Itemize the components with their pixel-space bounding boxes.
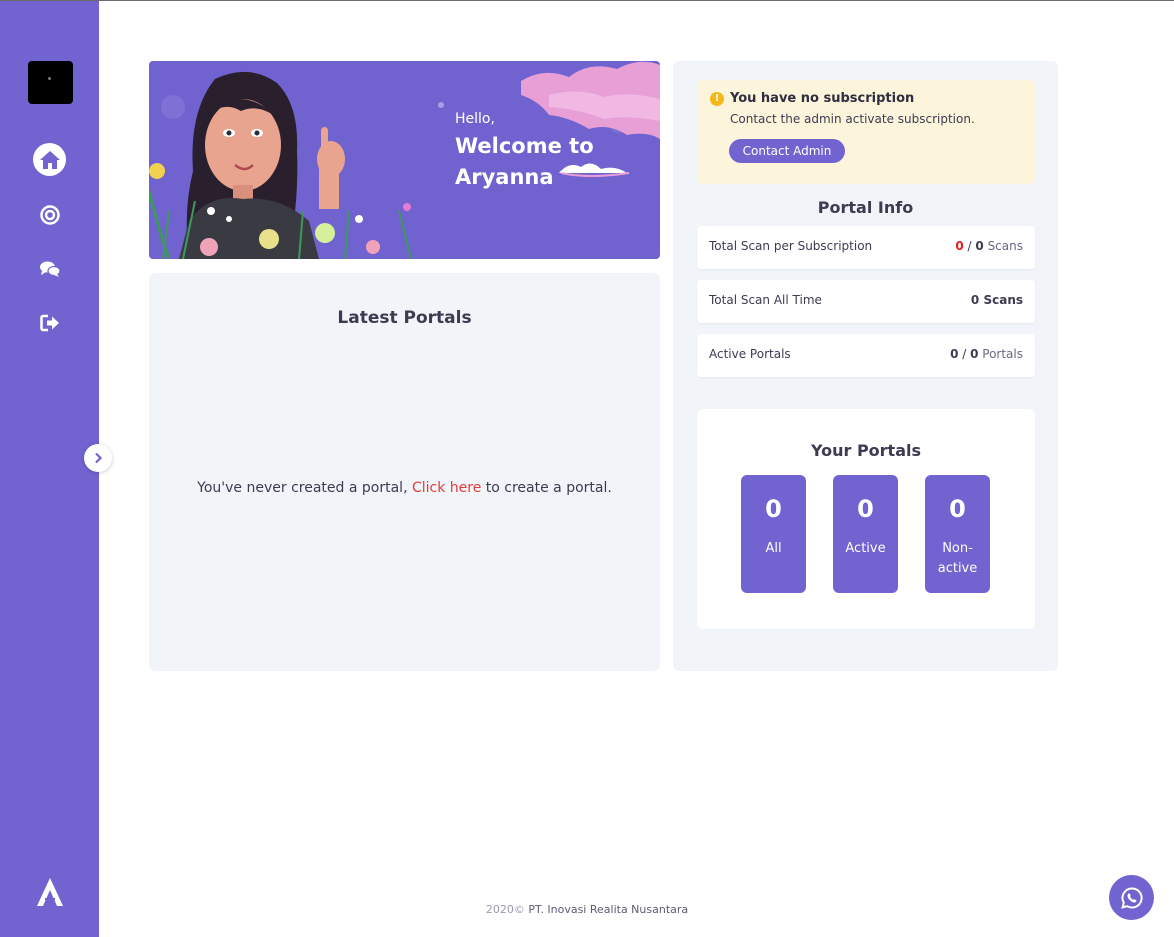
scan-used-value: 0 xyxy=(955,239,964,253)
stat-count: 0 xyxy=(765,495,782,523)
chat-icon xyxy=(39,261,61,277)
your-portals-card: Your Portals 0 All 0 Active 0 Non- activ… xyxy=(697,409,1035,629)
info-value: 0 / 0 Portals xyxy=(950,347,1023,361)
sidebar-item-chat[interactable] xyxy=(33,252,66,285)
stat-tile-all[interactable]: 0 All xyxy=(741,475,806,593)
empty-state-suffix: to create a portal. xyxy=(481,480,612,496)
scan-total-value: 0 xyxy=(975,239,984,253)
sidebar-item-home[interactable] xyxy=(33,143,66,176)
stat-tile-non-active[interactable]: 0 Non- active xyxy=(925,475,990,593)
footer-year: 2020© xyxy=(485,903,525,916)
value-unit: Scans xyxy=(979,293,1023,307)
welcome-banner: Hello, Welcome to Aryanna xyxy=(149,61,660,259)
latest-portals-title: Latest Portals xyxy=(337,308,472,328)
logout-icon xyxy=(39,314,59,331)
info-label: Total Scan per Subscription xyxy=(709,239,873,253)
footer-company: PT. Inovasi Realita Nusantara xyxy=(524,903,689,916)
empty-state-prefix: You've never created a portal, xyxy=(197,480,412,496)
empty-state-message: You've never created a portal, Click her… xyxy=(149,480,660,496)
info-label: Active Portals xyxy=(709,347,791,361)
subscription-alert: ! You have no subscription Contact the a… xyxy=(697,80,1035,184)
your-portals-title: Your Portals xyxy=(810,441,922,460)
value-unit: Portals xyxy=(978,347,1023,361)
alert-title: You have no subscription xyxy=(730,91,915,106)
alert-text: Contact the admin activate subscription. xyxy=(730,112,975,126)
stat-label: Non- active xyxy=(937,541,978,576)
value-separator: / xyxy=(958,347,971,361)
info-value: 0 Scans xyxy=(971,293,1023,307)
whatsapp-button[interactable] xyxy=(1109,875,1154,920)
stat-tile-active[interactable]: 0 Active xyxy=(833,475,898,593)
stat-count: 0 xyxy=(857,495,874,523)
banner-greeting: Hello, xyxy=(455,111,495,127)
sidebar xyxy=(0,1,99,937)
value-separator: / xyxy=(963,239,976,253)
info-value: 0 / 0 Scans xyxy=(955,239,1023,253)
warning-icon: ! xyxy=(710,92,724,106)
info-row-scan-all-time: Total Scan All Time 0 Scans xyxy=(697,280,1035,323)
stat-label: Active xyxy=(845,541,886,556)
right-panel: ! You have no subscription Contact the a… xyxy=(673,61,1058,671)
whatsapp-icon xyxy=(1120,886,1143,909)
sidebar-item-logout[interactable] xyxy=(33,306,66,339)
create-portal-link[interactable]: Click here xyxy=(412,480,481,496)
contact-admin-button[interactable]: Contact Admin xyxy=(729,139,845,163)
stat-count: 0 xyxy=(949,495,966,523)
info-row-active-portals: Active Portals 0 / 0 Portals xyxy=(697,334,1035,377)
latest-portals-card: Latest Portals You've never created a po… xyxy=(149,273,660,671)
value-unit: Scans xyxy=(983,239,1023,253)
banner-title: Welcome to Aryanna xyxy=(455,134,594,189)
stat-label: All xyxy=(765,541,782,556)
portal-info-title: Portal Info xyxy=(817,198,914,217)
sidebar-item-target[interactable] xyxy=(33,198,66,231)
info-row-scan-per-subscription: Total Scan per Subscription 0 / 0 Scans xyxy=(697,226,1035,269)
footer: 2020© PT. Inovasi Realita Nusantara xyxy=(0,903,1174,916)
chevron-right-icon xyxy=(95,452,103,464)
home-icon xyxy=(39,150,60,169)
user-logo[interactable] xyxy=(28,61,73,104)
info-label: Total Scan All Time xyxy=(709,293,822,307)
sidebar-expand-button[interactable] xyxy=(84,444,112,472)
target-icon xyxy=(39,204,60,225)
